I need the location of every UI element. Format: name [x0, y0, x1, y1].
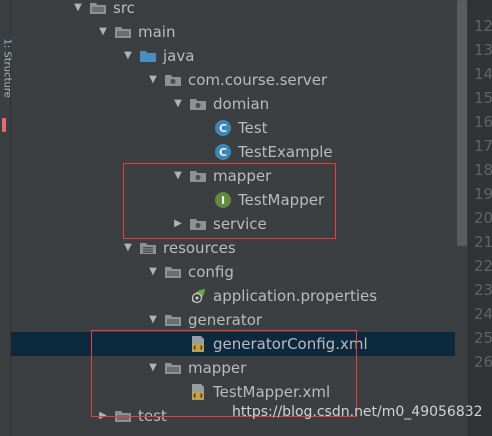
- line-number: 17: [474, 137, 492, 155]
- class-icon: C: [214, 143, 232, 161]
- tree-node-label: TestExample: [238, 143, 333, 161]
- tree-node-label: java: [163, 47, 195, 65]
- tree-node-label: main: [138, 23, 176, 41]
- tree-node-label: config: [188, 263, 234, 281]
- resources-folder-icon: [139, 239, 157, 257]
- line-number: 21: [474, 233, 492, 251]
- line-number: 18: [474, 161, 492, 179]
- collapse-arrow-icon[interactable]: ▼: [121, 236, 135, 260]
- package-icon: [164, 71, 182, 89]
- line-number: 20: [474, 209, 492, 227]
- tree-node-label: com.course.server: [188, 71, 328, 89]
- line-number: 26: [474, 353, 492, 371]
- line-number: 22: [474, 257, 492, 275]
- highlight-box-mapper-package: [123, 163, 336, 239]
- line-number: 24: [474, 305, 492, 323]
- tree-node-label: application.properties: [213, 287, 378, 305]
- tree-node[interactable]: ▼ resources: [11, 236, 455, 260]
- collapse-arrow-icon[interactable]: ▼: [71, 0, 85, 20]
- line-number: 19: [474, 185, 492, 203]
- tree-scrollbar-thumb[interactable]: [457, 0, 467, 246]
- tree-node[interactable]: ▼ com.course.server: [11, 68, 455, 92]
- structure-tool-strip[interactable]: 1: Structure: [0, 0, 13, 436]
- tree-node[interactable]: ▼ domian: [11, 92, 455, 116]
- tree-node[interactable]: C Test: [11, 116, 455, 140]
- collapse-arrow-icon[interactable]: ▼: [146, 68, 160, 92]
- tree-node[interactable]: ▼ config: [11, 260, 455, 284]
- spring-properties-icon: [189, 287, 207, 305]
- folder-icon: [164, 311, 182, 329]
- line-number: 16: [474, 113, 492, 131]
- tree-node[interactable]: ▼ generator: [11, 308, 455, 332]
- tree-node-label: resources: [163, 239, 236, 257]
- package-icon: [189, 95, 207, 113]
- folder-icon: [114, 23, 132, 41]
- tree-node-label: Test: [238, 119, 268, 137]
- collapse-arrow-icon[interactable]: ▼: [146, 260, 160, 284]
- tree-node[interactable]: C TestExample: [11, 140, 455, 164]
- tree-node[interactable]: ▼ java: [11, 44, 455, 68]
- tree-node[interactable]: ▼ main: [11, 20, 455, 44]
- line-number: 23: [474, 281, 492, 299]
- source-root-folder-icon: [139, 47, 157, 65]
- collapse-arrow-icon[interactable]: ▼: [121, 44, 135, 68]
- tree-node[interactable]: ▼ src: [11, 0, 455, 20]
- line-number: 25: [474, 329, 492, 347]
- line-number: 14: [474, 65, 492, 83]
- collapse-arrow-icon[interactable]: ▼: [146, 308, 160, 332]
- folder-icon: [164, 263, 182, 281]
- svg-text:C: C: [219, 122, 227, 135]
- folder-icon: [89, 0, 107, 17]
- structure-tab-accent: [2, 118, 6, 132]
- line-number: 12: [474, 17, 492, 35]
- class-icon: C: [214, 119, 232, 137]
- tree-node[interactable]: application.properties: [11, 284, 455, 308]
- watermark-text: https://blog.csdn.net/m0_49056832: [232, 404, 483, 420]
- line-number: 13: [474, 41, 492, 59]
- line-number: 15: [474, 89, 492, 107]
- tree-node-label: src: [113, 0, 135, 17]
- tree-node-label: generator: [188, 311, 263, 329]
- svg-text:C: C: [219, 146, 227, 159]
- collapse-arrow-icon[interactable]: ▼: [171, 92, 185, 116]
- tree-node-label: domian: [213, 95, 270, 113]
- collapse-arrow-icon[interactable]: ▼: [96, 20, 110, 44]
